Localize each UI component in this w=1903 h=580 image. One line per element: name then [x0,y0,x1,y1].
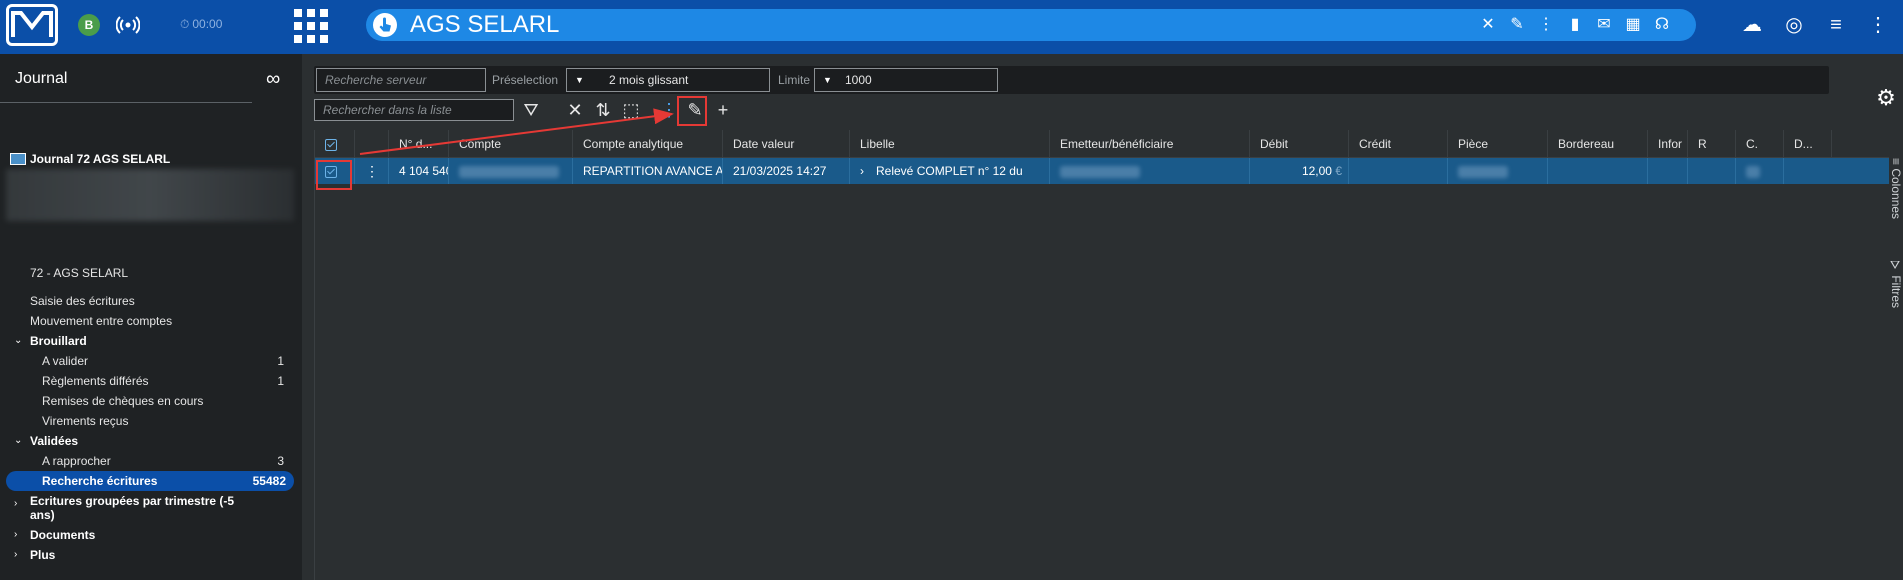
annotation-arrow [359,108,674,155]
app-window: B ⏱ 00:00 AGS SELARL ✕ ✎ ⋮ ▮ ✉ ▦ ☊ ☁ ◎ ≡… [0,0,1903,580]
